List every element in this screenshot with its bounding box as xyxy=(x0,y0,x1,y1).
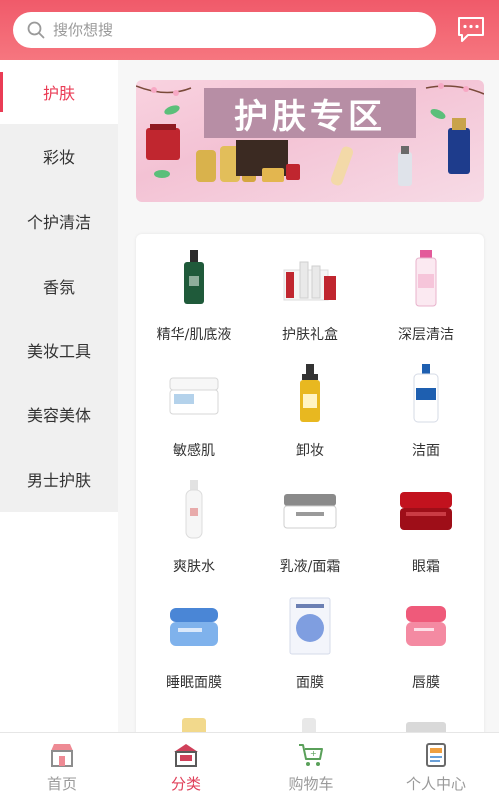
search-bar[interactable]: 搜你想搜 xyxy=(13,12,436,48)
tab-label: 分类 xyxy=(170,775,201,793)
grid-item-face-wash[interactable]: 洁面 xyxy=(368,350,484,466)
skincare-banner[interactable]: 护肤专区 xyxy=(136,80,484,202)
grid-item-toner[interactable]: 爽肤水 xyxy=(136,466,252,582)
category-list: 护肤 彩妆 个护清洁 香氛 美妆工具 美容美体 男士护肤 xyxy=(0,60,118,512)
sidebar-item-label: 美妆工具 xyxy=(26,342,91,361)
category-sidebar: 护肤 彩妆 个护清洁 香氛 美妆工具 美容美体 男士护肤 xyxy=(0,60,118,732)
tab-cart[interactable]: + 购物车 xyxy=(249,733,373,800)
grid-item-face-mask[interactable]: 面膜 xyxy=(252,582,368,698)
shopping-cart-icon: + xyxy=(299,744,323,766)
grid-item-label: 面膜 xyxy=(296,675,324,691)
grid-item-lotion-cream[interactable]: 乳液/面霜 xyxy=(252,466,368,582)
sheet-mask-icon xyxy=(289,597,331,655)
tab-profile[interactable]: 个人中心 xyxy=(374,733,498,800)
profile-document-icon xyxy=(426,743,446,767)
sidebar-item-label: 香氛 xyxy=(42,278,75,297)
sidebar-item-label: 彩妆 xyxy=(42,148,75,167)
grid-item-label: 乳液/面霜 xyxy=(279,559,341,575)
partial-product-thumb xyxy=(182,718,206,732)
gift-set-icon xyxy=(283,261,336,301)
tab-category[interactable]: 分类 xyxy=(124,733,248,800)
cleanser-pump-icon xyxy=(413,364,439,423)
sidebar-item-label: 男士护肤 xyxy=(26,471,91,490)
category-shop-icon xyxy=(174,744,198,767)
grid-item-label: 深层清洁 xyxy=(398,327,454,343)
header-bar: 搜你想搜 xyxy=(0,0,499,60)
sidebar-item-label: 护肤 xyxy=(42,84,75,103)
grid-item-label: 卸妆 xyxy=(296,443,324,459)
grid-item-label: 敏感肌 xyxy=(173,443,215,459)
sidebar-item-personal-care[interactable]: 个护清洁 xyxy=(0,189,118,253)
partial-product-thumb xyxy=(302,718,316,732)
face-cream-icon xyxy=(283,494,337,529)
cleansing-oil-icon xyxy=(300,364,320,422)
grid-item-label: 唇膜 xyxy=(412,675,440,691)
subcategory-grid: 精华/肌底液 护肤礼盒 深层清洁 敏感肌 卸妆 洁面 爽肤水 乳液/面霜 眼霜 … xyxy=(136,234,484,732)
sidebar-item-makeup-tools[interactable]: 美妆工具 xyxy=(0,318,118,382)
grid-item-label: 眼霜 xyxy=(412,559,440,575)
serum-bottle-icon xyxy=(184,250,204,304)
bottom-tab-bar: 首页 分类 + 购物车 个人中心 xyxy=(0,732,499,800)
tab-label: 个人中心 xyxy=(405,775,466,793)
tab-home[interactable]: 首页 xyxy=(0,733,124,800)
sidebar-item-mens-skincare[interactable]: 男士护肤 xyxy=(0,447,118,511)
storefront-icon xyxy=(51,744,73,767)
grid-item-gift-set[interactable]: 护肤礼盒 xyxy=(252,234,368,350)
sidebar-item-skincare[interactable]: 护肤 xyxy=(0,60,118,124)
chat-bubble-icon[interactable] xyxy=(456,14,486,44)
grid-item-makeup-remover[interactable]: 卸妆 xyxy=(252,350,368,466)
grid-item-label: 洁面 xyxy=(412,443,440,459)
sidebar-item-beauty-body[interactable]: 美容美体 xyxy=(0,382,118,446)
grid-item-label: 爽肤水 xyxy=(173,559,215,575)
toner-spray-icon xyxy=(185,480,203,539)
sidebar-item-makeup[interactable]: 彩妆 xyxy=(0,124,118,188)
svg-text:+: + xyxy=(310,749,317,758)
grid-item-sensitive-skin[interactable]: 敏感肌 xyxy=(136,350,252,466)
category-content: 护肤专区 精华/肌底液 护肤礼盒 深层清洁 敏感肌 卸妆 洁面 爽肤水 乳液/面… xyxy=(118,60,499,732)
grid-item-serum[interactable]: 精华/肌底液 xyxy=(136,234,252,350)
grid-item-sleeping-mask[interactable]: 睡眠面膜 xyxy=(136,582,252,698)
banner-title: 护肤专区 xyxy=(234,96,386,137)
sidebar-item-label: 美容美体 xyxy=(26,406,91,425)
eye-cream-icon xyxy=(400,492,452,530)
sidebar-item-fragrance[interactable]: 香氛 xyxy=(0,254,118,318)
grid-item-lip-mask[interactable]: 唇膜 xyxy=(368,582,484,698)
sidebar-item-label: 个护清洁 xyxy=(26,213,91,232)
grid-item-deep-cleansing[interactable]: 深层清洁 xyxy=(368,234,484,350)
grid-item-label: 护肤礼盒 xyxy=(282,327,338,343)
search-icon xyxy=(27,21,45,39)
partial-product-thumb xyxy=(406,722,446,732)
tab-label: 购物车 xyxy=(288,775,334,793)
lip-mask-jar-icon xyxy=(406,606,446,646)
sleeping-mask-jar-icon xyxy=(170,608,218,646)
micellar-bottle-icon xyxy=(415,250,437,307)
grid-item-label: 睡眠面膜 xyxy=(166,675,222,691)
cream-jar-icon xyxy=(169,377,219,415)
search-placeholder[interactable]: 搜你想搜 xyxy=(53,20,113,40)
tab-label: 首页 xyxy=(46,775,77,793)
grid-item-label: 精华/肌底液 xyxy=(156,327,232,343)
grid-item-eye-cream[interactable]: 眼霜 xyxy=(368,466,484,582)
